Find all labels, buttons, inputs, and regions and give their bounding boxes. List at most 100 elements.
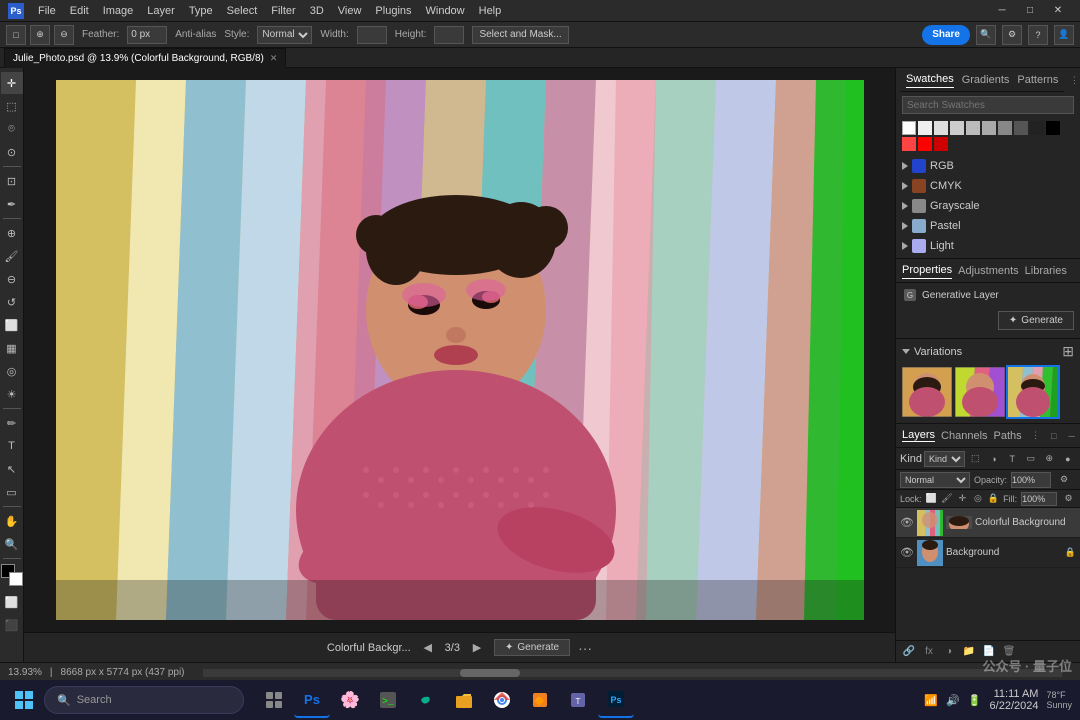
menu-edit[interactable]: Edit — [64, 3, 95, 19]
swatch-group-light[interactable]: Light — [896, 236, 1080, 256]
tool-marquee[interactable]: ⬚ — [1, 95, 23, 117]
swatches-search[interactable] — [896, 92, 1080, 118]
fill-input[interactable] — [1021, 492, 1057, 506]
tab-swatches[interactable]: Swatches — [906, 71, 954, 88]
layer-row-colorful[interactable]: 👁 — [896, 508, 1080, 538]
swatches-search-input[interactable] — [902, 96, 1074, 114]
taskbar-icon-app1[interactable]: 🔶 — [522, 682, 558, 718]
layer-filter-type[interactable]: T — [1004, 450, 1021, 468]
tool-brush[interactable]: 🖌 — [1, 245, 23, 267]
layer-filter-smart[interactable]: ⊕ — [1041, 450, 1058, 468]
menu-help[interactable]: Help — [473, 3, 508, 19]
battery-icon[interactable]: 🔋 — [968, 694, 982, 707]
tool-move[interactable]: ✛ — [1, 72, 23, 94]
menu-3d[interactable]: 3D — [304, 3, 330, 19]
layer-filter-pixel[interactable]: ⬚ — [967, 450, 984, 468]
tab-channels[interactable]: Channels — [941, 430, 987, 442]
scrollbar-horizontal[interactable] — [203, 669, 1062, 677]
taskbar-icon-teams[interactable]: T — [560, 682, 596, 718]
swatch-dgray2[interactable] — [1014, 121, 1028, 135]
document-tab-close[interactable]: ✕ — [270, 53, 278, 64]
tool-path-select[interactable]: ↖ — [1, 458, 23, 480]
swatch-group-rgb[interactable]: RGB — [896, 156, 1080, 176]
tool-stamp[interactable]: ⊖ — [1, 268, 23, 290]
tab-adjustments[interactable]: Adjustments — [958, 263, 1019, 279]
swatch-lgray1[interactable] — [918, 121, 932, 135]
fill-options-btn[interactable]: ⚙ — [1061, 490, 1076, 508]
tool-eraser[interactable]: ⬜ — [1, 314, 23, 336]
layer-eye-background[interactable]: 👁 — [900, 546, 914, 560]
layer-filter-on[interactable]: ● — [1060, 450, 1077, 468]
swatch-lgray2[interactable] — [934, 121, 948, 135]
swatch-gray2[interactable] — [966, 121, 980, 135]
taskbar-icon-ps[interactable]: Ps — [294, 682, 330, 718]
minimize-button[interactable]: ─ — [988, 0, 1016, 22]
swatch-black[interactable] — [1046, 121, 1060, 135]
swatch-red3[interactable] — [934, 137, 948, 151]
share-button[interactable]: Share — [922, 25, 970, 45]
taskbar-icon-ps2[interactable]: Ps — [598, 682, 634, 718]
tool-quick-select[interactable]: ⊙ — [1, 141, 23, 163]
layer-eye-colorful[interactable]: 👁 — [900, 516, 914, 530]
layer-add-mask-btn[interactable]: ◑ — [940, 643, 958, 661]
swatch-group-cmyk[interactable]: CMYK — [896, 176, 1080, 196]
layer-add-style-btn[interactable]: fx — [920, 643, 938, 661]
tool-screen-mode[interactable]: ⬛ — [1, 614, 23, 636]
properties-menu-btn[interactable]: ⋮ — [1073, 263, 1080, 279]
document-tab[interactable]: Julie_Photo.psd @ 13.9% (Colorful Backgr… — [4, 48, 286, 68]
select-and-mask-button[interactable]: Select and Mask... — [472, 26, 568, 44]
tab-libraries[interactable]: Libraries — [1025, 263, 1067, 279]
lock-all-btn[interactable]: 🔒 — [988, 492, 1000, 506]
style-select[interactable]: Normal — [257, 26, 312, 44]
menu-view[interactable]: View — [332, 3, 368, 19]
menu-plugins[interactable]: Plugins — [369, 3, 417, 19]
lock-transparent-btn[interactable]: ⬜ — [926, 492, 938, 506]
tool-hand[interactable]: ✋ — [1, 510, 23, 532]
menu-select[interactable]: Select — [221, 3, 264, 19]
background-color[interactable] — [9, 572, 23, 586]
volume-icon[interactable]: 🔊 — [946, 694, 960, 707]
blend-mode-select[interactable]: Normal — [900, 472, 970, 488]
opacity-input[interactable] — [1011, 472, 1051, 488]
tool-zoom[interactable]: 🔍 — [1, 533, 23, 555]
tool-gradient[interactable]: ▦ — [1, 337, 23, 359]
tool-spot-heal[interactable]: ⊕ — [1, 222, 23, 244]
tab-layers[interactable]: Layers — [902, 429, 935, 442]
tab-paths[interactable]: Paths — [994, 430, 1022, 442]
tool-pen[interactable]: ✏ — [1, 412, 23, 434]
kind-select[interactable]: Kind — [924, 451, 965, 467]
tool-shape[interactable]: ▭ — [1, 481, 23, 503]
layer-filter-adj[interactable]: ◑ — [986, 450, 1003, 468]
next-variation-button[interactable]: ▶ — [468, 639, 486, 657]
menu-file[interactable]: File — [32, 3, 62, 19]
swatch-red2[interactable] — [918, 137, 932, 151]
swatch-red1[interactable] — [902, 137, 916, 151]
help-icon-btn[interactable]: ? — [1028, 25, 1048, 45]
generate-button[interactable]: ✦ Generate — [998, 311, 1074, 330]
taskbar-icon-terminal[interactable]: >_ — [370, 682, 406, 718]
tool-blur[interactable]: ◎ — [1, 360, 23, 382]
tab-gradients[interactable]: Gradients — [962, 72, 1010, 88]
clock-date[interactable]: 11:11 AM 6/22/2024 — [990, 688, 1039, 712]
lock-position-btn[interactable]: ✛ — [957, 492, 969, 506]
network-icon[interactable]: 📶 — [924, 694, 938, 707]
swatch-dgray3[interactable] — [1030, 121, 1044, 135]
ps-account-btn[interactable]: 👤 — [1054, 25, 1074, 45]
layers-collapse-btn[interactable]: ─ — [1064, 428, 1080, 444]
layer-row-background[interactable]: 👁 Background 🔒 — [896, 538, 1080, 568]
tool-text[interactable]: T — [1, 435, 23, 457]
lock-artboard-btn[interactable]: ◎ — [972, 492, 984, 506]
search-icon-btn[interactable]: 🔍 — [976, 25, 996, 45]
menu-window[interactable]: Window — [420, 3, 471, 19]
layer-link-btn[interactable]: 🔗 — [900, 643, 918, 661]
swatch-group-pastel[interactable]: Pastel — [896, 216, 1080, 236]
start-button[interactable] — [8, 684, 40, 716]
menu-image[interactable]: Image — [97, 3, 140, 19]
height-input[interactable] — [434, 26, 464, 44]
layers-menu-btn[interactable]: ⋮ — [1028, 428, 1044, 444]
taskbar-icon-file-explorer[interactable] — [446, 682, 482, 718]
tab-properties[interactable]: Properties — [902, 262, 952, 279]
tool-lasso[interactable]: ⌾ — [1, 118, 23, 140]
variation-thumb-1[interactable] — [902, 367, 952, 417]
swatch-group-grayscale[interactable]: Grayscale — [896, 196, 1080, 216]
